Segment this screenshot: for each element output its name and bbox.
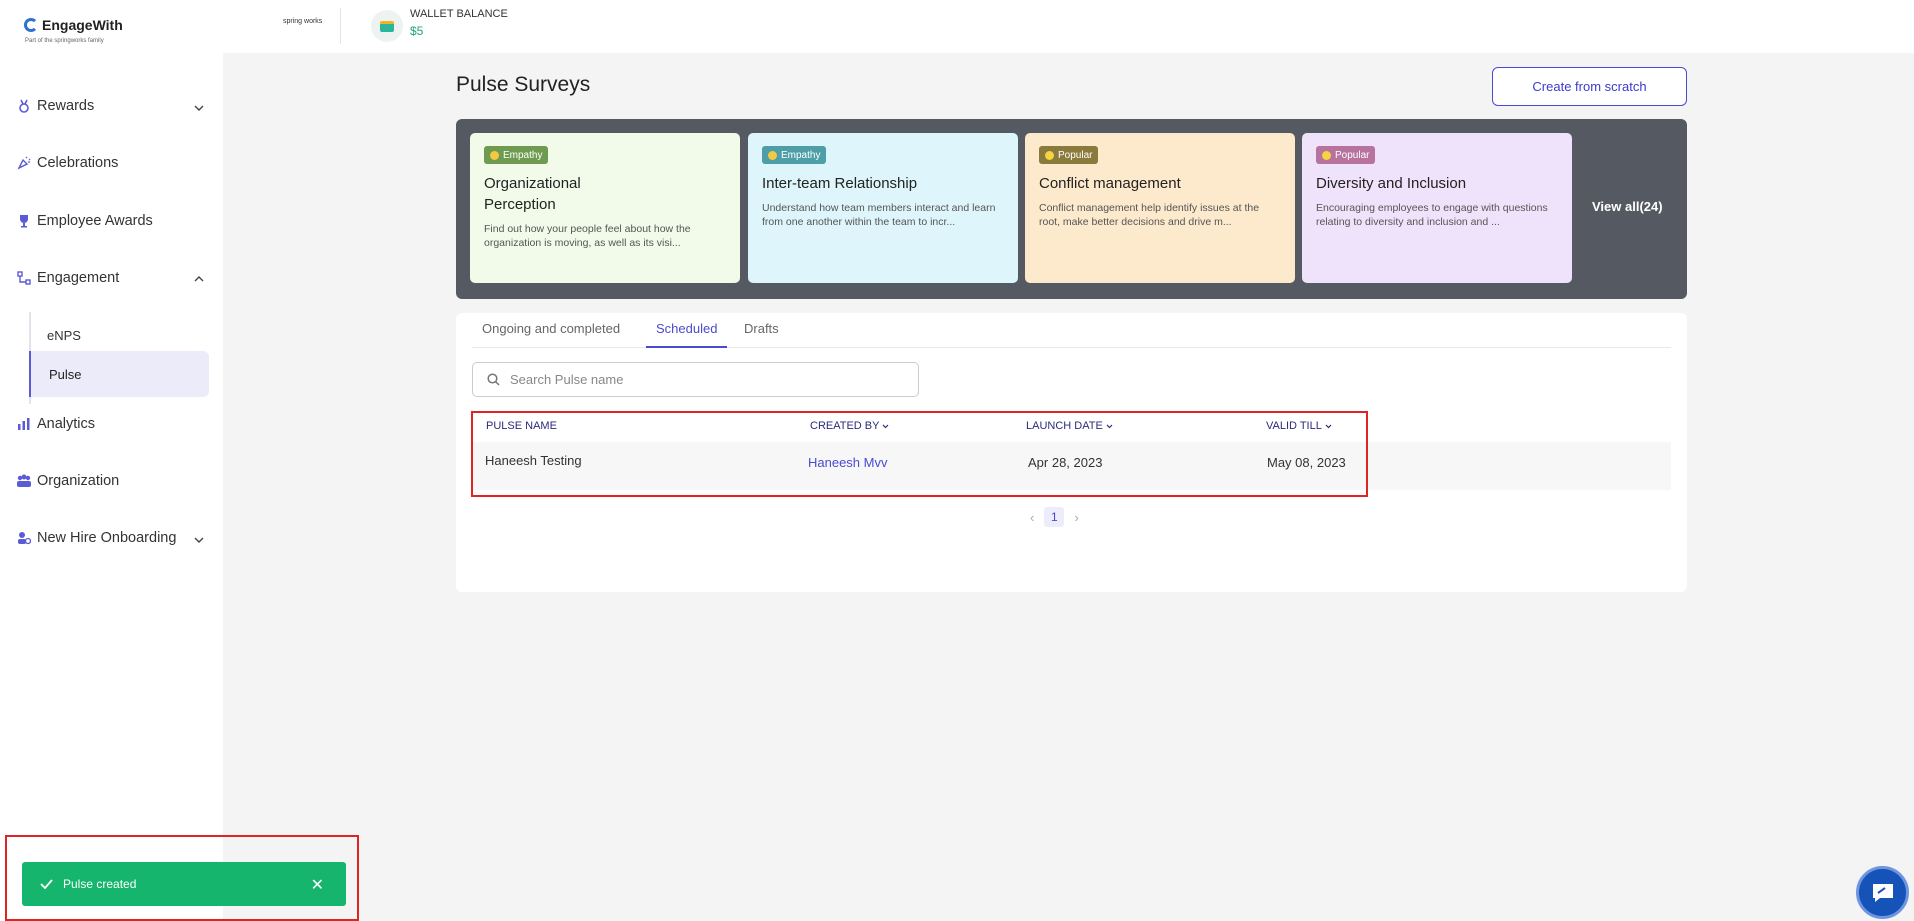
- sidebar-item-rewards[interactable]: Rewards: [16, 98, 94, 114]
- template-card[interactable]: Popular Conflict management Conflict man…: [1025, 133, 1295, 283]
- template-carousel: Empathy Organizational Perception Find o…: [456, 119, 1687, 299]
- sidebar-item-employee-awards[interactable]: Employee Awards: [16, 213, 153, 229]
- template-card[interactable]: Empathy Inter-team Relationship Understa…: [748, 133, 1018, 283]
- template-badge: Empathy: [762, 146, 827, 164]
- chevron-down-icon[interactable]: [194, 535, 204, 545]
- template-badge: Popular: [1316, 146, 1376, 164]
- divider: [340, 8, 341, 44]
- success-toast: Pulse created ✕: [22, 862, 346, 906]
- star-icon: [1045, 150, 1054, 160]
- chevron-right-icon[interactable]: ›: [1074, 510, 1078, 525]
- people-icon: [490, 150, 499, 160]
- sidebar-item-label: New Hire Onboarding: [37, 530, 177, 546]
- search-icon: [487, 373, 500, 386]
- template-title: Inter-team Relationship: [762, 174, 918, 192]
- template-badge: Popular: [1039, 146, 1099, 164]
- springworks-badge: spring works: [283, 18, 323, 25]
- search-box: [472, 362, 919, 397]
- wallet-icon: [371, 10, 403, 42]
- tab-scheduled[interactable]: Scheduled: [646, 321, 728, 348]
- sidebar-item-label: Celebrations: [37, 155, 119, 171]
- sidebar-item-label: Engagement: [37, 270, 120, 286]
- template-description: Conflict management help identify issues…: [1039, 201, 1260, 228]
- top-bar: EngageWith Part of the springworks famil…: [0, 0, 1914, 53]
- template-title: Conflict management: [1039, 174, 1181, 192]
- confetti-icon: [16, 155, 32, 171]
- template-title: Organizational Perception: [484, 174, 581, 213]
- people-icon: [16, 473, 32, 489]
- chevron-up-icon[interactable]: [194, 274, 204, 284]
- highlight-box: [471, 411, 1368, 497]
- template-card[interactable]: Popular Diversity and Inclusion Encourag…: [1302, 133, 1572, 283]
- check-icon: [40, 879, 53, 889]
- chat-icon: [1872, 883, 1893, 902]
- sidebar-item-analytics[interactable]: Analytics: [16, 416, 95, 432]
- template-badge: Empathy: [484, 146, 549, 164]
- wallet-balance-label: WALLET BALANCE: [410, 8, 508, 20]
- template-title: Diversity and Inclusion: [1316, 174, 1467, 192]
- search-input[interactable]: [510, 372, 890, 387]
- sidebar-item-label: Analytics: [37, 416, 96, 432]
- template-description: Encouraging employees to engage with que…: [1316, 201, 1548, 228]
- sidebar: Rewards Celebrations Employee Awards Eng…: [0, 53, 223, 921]
- chat-widget-button[interactable]: [1856, 866, 1909, 919]
- logo-mark-icon: [24, 18, 38, 32]
- template-description: Understand how team members interact and…: [762, 201, 996, 228]
- sidebar-item-celebrations[interactable]: Celebrations: [16, 155, 118, 171]
- sidebar-subitem-pulse[interactable]: Pulse: [29, 351, 209, 397]
- template-card[interactable]: Empathy Organizational Perception Find o…: [470, 133, 740, 283]
- close-icon[interactable]: ✕: [311, 875, 324, 895]
- sidebar-item-label: Organization: [37, 473, 120, 489]
- toast-message: Pulse created: [63, 877, 137, 891]
- user-gear-icon: [16, 530, 32, 546]
- flow-icon: [16, 270, 32, 286]
- star-icon: [1322, 150, 1331, 160]
- trophy-icon: [16, 213, 32, 229]
- sidebar-item-new-hire-onboarding[interactable]: New Hire Onboarding: [16, 530, 176, 546]
- create-from-scratch-button[interactable]: Create from scratch: [1492, 67, 1687, 106]
- tab-ongoing-completed[interactable]: Ongoing and completed: [472, 321, 630, 348]
- sidebar-item-engagement[interactable]: Engagement: [16, 270, 119, 286]
- engagewith-logo[interactable]: EngageWith Part of the springworks famil…: [24, 17, 123, 44]
- page-title: Pulse Surveys: [456, 73, 591, 96]
- tab-drafts[interactable]: Drafts: [734, 321, 789, 348]
- sidebar-item-label: Employee Awards: [37, 213, 153, 229]
- template-description: Find out how your people feel about how …: [484, 222, 691, 249]
- sidebar-item-organization[interactable]: Organization: [16, 473, 119, 489]
- page-number[interactable]: 1: [1044, 507, 1065, 527]
- view-all-link[interactable]: View all(24): [1592, 199, 1663, 214]
- chevron-down-icon[interactable]: [194, 103, 204, 113]
- people-icon: [768, 150, 777, 160]
- wallet-balance-value: $5: [410, 24, 424, 38]
- sidebar-item-label: Rewards: [37, 98, 95, 114]
- tab-bar: Ongoing and completed Scheduled Drafts: [472, 313, 1671, 348]
- chevron-left-icon[interactable]: ‹: [1030, 510, 1034, 525]
- pagination: ‹ 1 ›: [1030, 507, 1079, 527]
- medal-icon: [16, 98, 32, 114]
- bar-chart-icon: [16, 416, 32, 432]
